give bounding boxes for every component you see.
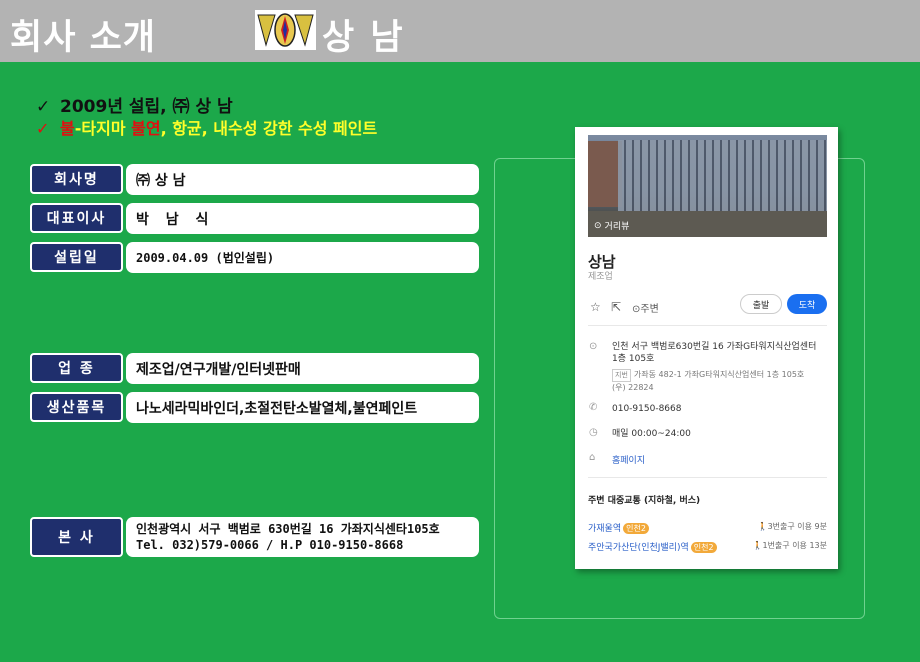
- jibun-address: 지번 가좌동 482-1 가좌G타워지식산업센터 1층 105호 (우) 2282…: [612, 369, 804, 393]
- ceo-value: 박 남 식: [126, 203, 479, 234]
- star-icon[interactable]: ☆: [590, 300, 601, 314]
- street-view-photo[interactable]: ⊙ 거리뷰: [588, 135, 827, 237]
- jibun-address-text: 가좌동 482-1 가좌G타워지식산업센터 1층 105호: [633, 370, 805, 379]
- industry-label: 업 종: [30, 353, 123, 383]
- jibun-badge: 지번: [612, 369, 631, 382]
- homepage-link[interactable]: 홈페이지: [612, 453, 645, 466]
- transit-row[interactable]: 주안국가산단(인천J밸리)역 인천2 🚶1번출구 이용 13분: [588, 540, 827, 553]
- walk-icon: 🚶: [752, 541, 763, 550]
- home-icon: ⌂: [589, 452, 596, 463]
- business-hours: 매일 00:00~24:00: [612, 429, 691, 439]
- zipcode: (우) 22824: [612, 383, 654, 392]
- exit-info: 🚶1번출구 이용 13분: [753, 540, 827, 551]
- share-icon[interactable]: ⇱: [611, 300, 621, 314]
- address-line2: 1층 105호: [612, 354, 655, 364]
- products-label: 생산품목: [30, 392, 123, 422]
- depart-button[interactable]: 출발: [740, 294, 782, 314]
- exit-text: 1번출구 이용 13분: [762, 541, 827, 550]
- hq-value: 인천광역시 서구 백범로 630번길 16 가좌지식센타105호 Tel. 03…: [126, 517, 479, 557]
- company-name-value: ㈜ 상 남: [126, 164, 479, 195]
- bullet-product-text: -타지마: [74, 119, 132, 138]
- bullet-founded: ✓ 2009년 설립, ㈜ 상 남: [36, 92, 233, 117]
- bullet-product: ✓ 불-타지마 불연, 항균, 내수성 강한 수성 페인트: [36, 115, 377, 139]
- hq-label: 본 사: [30, 517, 123, 557]
- company-logo: [255, 10, 316, 50]
- street-view-tag[interactable]: ⊙ 거리뷰: [594, 219, 630, 233]
- exit-info: 🚶3번출구 이용 9분: [758, 521, 827, 532]
- company-brand-name: 상 남: [322, 18, 405, 58]
- arrive-button[interactable]: 도착: [787, 294, 827, 314]
- station-name[interactable]: 주안국가산단(인천J밸리)역: [588, 543, 689, 553]
- check-icon: ✓: [36, 97, 51, 117]
- header-bar: 회사 소개 상 남: [0, 0, 920, 62]
- ceo-label: 대표이사: [30, 203, 123, 233]
- address: 인천 서구 백범로630번길 16 가좌G타워지식산업센터 1층 105호: [612, 341, 816, 365]
- transit-row[interactable]: 가재울역 인천2 🚶3번출구 이용 9분: [588, 521, 827, 534]
- founded-label: 설립일: [30, 242, 123, 272]
- map-place-card: ⊙ 거리뷰 상남 제조업 ☆ ⇱ ⊙주변 출발 도착 ⊙ 인천 서구 백범로63…: [575, 127, 838, 569]
- divider: [588, 477, 827, 478]
- line-badge: 인천2: [690, 542, 717, 553]
- nearby-label: 주변: [640, 304, 659, 315]
- phone-icon: ✆: [589, 402, 598, 413]
- nearby-button[interactable]: ⊙주변: [632, 300, 659, 315]
- divider: [588, 325, 827, 326]
- bullet-product-text-red: 불: [60, 119, 75, 138]
- industry-value: 제조업/연구개발/인터넷판매: [126, 353, 479, 384]
- street-view-label: 거리뷰: [604, 222, 630, 232]
- hq-contact: Tel. 032)579-0066 / H.P 010-9150-8668: [136, 538, 404, 552]
- hq-address: 인천광역시 서구 백범로 630번길 16 가좌지식센타105호: [136, 522, 440, 536]
- line-badge: 인천2: [623, 523, 649, 534]
- address-line1: 인천 서구 백범로630번길 16 가좌G타워지식산업센터: [612, 342, 817, 352]
- place-category: 제조업: [588, 272, 613, 282]
- exit-text: 3번출구 이용 9분: [767, 522, 827, 531]
- clock-icon: ◷: [589, 427, 598, 438]
- products-value: 나노세라믹바인더,초절전탄소발열체,불연페인트: [126, 392, 479, 423]
- station-name[interactable]: 가재울역: [588, 524, 621, 534]
- page-title: 회사 소개: [10, 18, 156, 58]
- company-name-label: 회사명: [30, 164, 123, 194]
- location-pin-icon: ⊙: [594, 220, 602, 231]
- phone-number[interactable]: 010-9150-8668: [612, 403, 681, 415]
- bullet-product-text-red: 불연: [131, 119, 161, 138]
- check-icon: ✓: [36, 119, 50, 138]
- bullet-founded-text: 2009년 설립, ㈜ 상 남: [60, 97, 233, 117]
- walk-icon: 🚶: [757, 522, 768, 531]
- transit-title: 주변 대중교통 (지하철, 버스): [588, 496, 701, 506]
- location-pin-icon: ⊙: [589, 341, 598, 352]
- bullet-product-text: , 항균, 내수성 강한 수성 페인트: [160, 119, 378, 138]
- founded-value: 2009.04.09 (법인설립): [126, 242, 479, 273]
